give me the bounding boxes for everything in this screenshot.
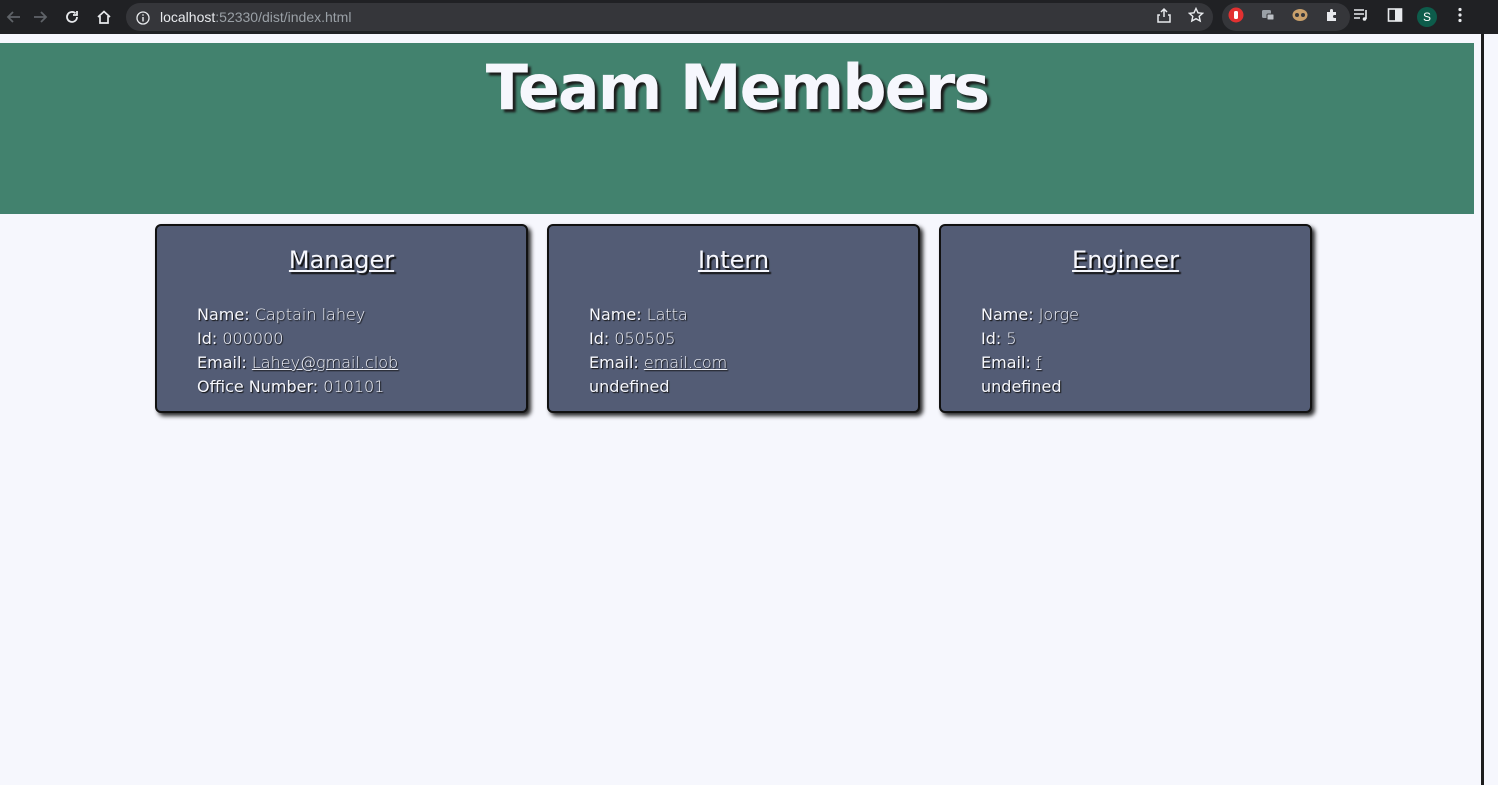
id-label: Id: bbox=[981, 329, 1002, 348]
page-title: Team Members bbox=[485, 51, 990, 124]
intern-card: Intern Name: Latta Id: 050505 Email: ema… bbox=[547, 224, 920, 413]
email-label: Email: bbox=[981, 353, 1031, 372]
id-row: Id: 000000 bbox=[197, 327, 398, 351]
reload-icon bbox=[64, 9, 80, 25]
name-row: Name: Latta bbox=[589, 303, 727, 327]
info-icon[interactable] bbox=[136, 10, 150, 25]
address-bar[interactable]: localhost:52330/dist/index.html bbox=[126, 3, 1213, 31]
side-panel-button[interactable] bbox=[1381, 3, 1409, 31]
back-button[interactable] bbox=[0, 0, 28, 34]
office-number-label: Office Number: bbox=[197, 377, 319, 396]
share-button[interactable] bbox=[1151, 3, 1177, 31]
name-label: Name: bbox=[197, 305, 250, 324]
puzzle-icon bbox=[1324, 7, 1340, 27]
email-row: Email: f bbox=[981, 351, 1079, 375]
extension-stop[interactable] bbox=[1222, 3, 1250, 31]
id-row: Id: 5 bbox=[981, 327, 1079, 351]
kebab-menu-icon bbox=[1458, 7, 1462, 27]
email-link[interactable]: f bbox=[1036, 353, 1042, 372]
reading-list-button[interactable] bbox=[1348, 3, 1376, 31]
name-label: Name: bbox=[981, 305, 1034, 324]
id-label: Id: bbox=[197, 329, 218, 348]
name-label: Name: bbox=[589, 305, 642, 324]
extra-row: undefined bbox=[589, 377, 670, 396]
page-scrollbar[interactable] bbox=[1481, 34, 1498, 785]
id-row: Id: 050505 bbox=[589, 327, 727, 351]
extension-three[interactable] bbox=[1286, 3, 1314, 31]
card-info: Name: Jorge Id: 5 Email: f undefined bbox=[981, 303, 1079, 399]
extensions-menu-button[interactable] bbox=[1318, 3, 1346, 31]
name-value: Latta bbox=[646, 305, 688, 324]
office-number-row: Office Number: 010101 bbox=[197, 375, 398, 399]
home-icon bbox=[96, 9, 112, 25]
page-header: Team Members bbox=[0, 43, 1474, 214]
name-row: Name: Captain lahey bbox=[197, 303, 398, 327]
extension-two[interactable] bbox=[1254, 3, 1282, 31]
card-info: Name: Latta Id: 050505 Email: email.com … bbox=[589, 303, 727, 399]
url-text[interactable]: localhost:52330/dist/index.html bbox=[160, 3, 351, 31]
extra-row: undefined bbox=[981, 377, 1062, 396]
card-role: Intern bbox=[697, 246, 770, 274]
name-value: Captain lahey bbox=[254, 305, 366, 324]
extensions-group bbox=[1222, 3, 1350, 31]
id-label: Id: bbox=[589, 329, 610, 348]
email-link[interactable]: email.com bbox=[644, 353, 727, 372]
profile-avatar: S bbox=[1417, 7, 1437, 27]
url-host: localhost bbox=[160, 9, 216, 25]
reading-list-icon bbox=[1353, 7, 1371, 27]
url-path: :52330/dist/index.html bbox=[215, 9, 352, 25]
hand-stop-icon bbox=[1228, 7, 1244, 27]
home-button[interactable] bbox=[90, 0, 118, 34]
office-number-value: 010101 bbox=[323, 377, 385, 396]
name-row: Name: Jorge bbox=[981, 303, 1079, 327]
browser-menu-button[interactable] bbox=[1446, 3, 1474, 31]
engineer-card: Engineer Name: Jorge Id: 5 Email: f unde… bbox=[939, 224, 1312, 413]
arrow-right-icon bbox=[32, 9, 48, 25]
email-row: Email: Lahey@gmail.clob bbox=[197, 351, 398, 375]
card-role: Manager bbox=[288, 246, 395, 274]
side-panel-icon bbox=[1387, 7, 1403, 27]
star-icon bbox=[1187, 6, 1205, 27]
email-label: Email: bbox=[197, 353, 247, 372]
email-link[interactable]: Lahey@gmail.clob bbox=[252, 353, 398, 372]
reload-button[interactable] bbox=[58, 0, 86, 34]
id-value: 5 bbox=[1006, 329, 1017, 348]
share-icon bbox=[1157, 7, 1171, 27]
forward-button[interactable] bbox=[26, 0, 54, 34]
arrow-left-icon bbox=[6, 9, 22, 25]
manager-card: Manager Name: Captain lahey Id: 000000 E… bbox=[155, 224, 528, 413]
email-label: Email: bbox=[589, 353, 639, 372]
card-role: Engineer bbox=[1072, 246, 1179, 274]
mask-icon bbox=[1292, 7, 1308, 27]
browser-toolbar: localhost:52330/dist/index.html S bbox=[0, 0, 1498, 34]
id-value: 000000 bbox=[222, 329, 284, 348]
id-value: 050505 bbox=[614, 329, 676, 348]
card-info: Name: Captain lahey Id: 000000 Email: La… bbox=[197, 303, 398, 399]
email-row: Email: email.com bbox=[589, 351, 727, 375]
bookmark-button[interactable] bbox=[1183, 3, 1209, 31]
puzzle-tile-icon bbox=[1260, 7, 1276, 27]
profile-button[interactable]: S bbox=[1413, 3, 1441, 31]
name-value: Jorge bbox=[1038, 305, 1079, 324]
